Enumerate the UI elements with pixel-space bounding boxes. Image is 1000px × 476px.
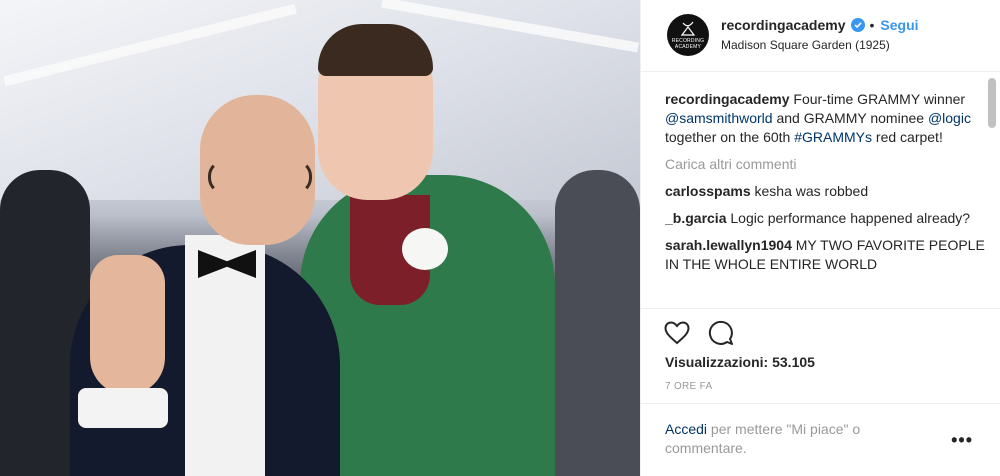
post-sidebar: RECORDING ACADEMY recordingacademy • Seg… — [640, 0, 1000, 476]
caption-text: and GRAMMY nominee — [776, 110, 925, 126]
login-prompt: Accedi per mettere "Mi piace" o commenta… — [641, 403, 1000, 476]
caption-text: Four-time GRAMMY winner — [793, 91, 966, 107]
mention-link[interactable]: @samsmithworld — [665, 110, 773, 126]
view-count: Visualizzazioni: 53.105 — [665, 354, 815, 370]
login-text: Accedi per mettere "Mi piace" o commenta… — [665, 420, 935, 458]
avatar[interactable]: RECORDING ACADEMY — [667, 14, 709, 56]
comments-list: recordingacademy Four-time GRAMMY winner… — [665, 90, 985, 304]
comment-username[interactable]: carlosspams — [665, 183, 751, 199]
post-actions: Visualizzazioni: 53.105 7 ORE FA Accedi … — [641, 308, 1000, 476]
comment-text: kesha was robbed — [754, 183, 869, 199]
views-label: Visualizzazioni: — [665, 354, 769, 370]
mention-link[interactable]: @logic — [928, 110, 971, 126]
photo-background-person — [555, 170, 640, 476]
comment-username[interactable]: _b.garcia — [665, 210, 726, 226]
comment-item: sarah.lewallyn1904 MY TWO FAVORITE PEOPL… — [665, 236, 985, 274]
account-username[interactable]: recordingacademy — [721, 17, 846, 33]
post-timestamp[interactable]: 7 ORE FA — [665, 381, 712, 392]
follow-button[interactable]: Segui — [880, 17, 918, 33]
comment-text: Logic performance happened already? — [730, 210, 971, 226]
caption-username[interactable]: recordingacademy — [665, 91, 790, 107]
caption-text: red carpet! — [875, 129, 943, 145]
caption: recordingacademy Four-time GRAMMY winner… — [665, 90, 985, 147]
comment-item: _b.garcia Logic performance happened alr… — [665, 209, 985, 228]
post-header: RECORDING ACADEMY recordingacademy • Seg… — [641, 0, 1000, 72]
instagram-post: RECORDING ACADEMY recordingacademy • Seg… — [0, 0, 1000, 476]
more-options-icon[interactable]: ••• — [951, 430, 973, 451]
heart-icon[interactable] — [663, 319, 691, 347]
header-user-row: recordingacademy • Segui — [721, 17, 919, 33]
comment-icon[interactable] — [707, 319, 735, 347]
photo-cuff — [78, 388, 168, 428]
verified-badge-icon — [850, 18, 865, 32]
photo-rose — [402, 228, 448, 270]
comment-username[interactable]: sarah.lewallyn1904 — [665, 237, 792, 253]
load-more-comments-button[interactable]: Carica altri commenti — [665, 155, 985, 174]
login-link[interactable]: Accedi — [665, 421, 707, 437]
location-link[interactable]: Madison Square Garden (1925) — [721, 38, 890, 52]
comment-item: carlosspams kesha was robbed — [665, 182, 985, 201]
comments-scrollbar[interactable] — [988, 78, 996, 128]
views-number: 53.105 — [772, 354, 815, 370]
post-photo[interactable] — [0, 0, 640, 476]
separator-dot: • — [869, 17, 875, 33]
hashtag-link[interactable]: #GRAMMYs — [794, 129, 872, 145]
photo-glasses — [208, 160, 312, 194]
photo-peace-hand — [90, 255, 165, 395]
avatar-logo-text: RECORDING ACADEMY — [671, 38, 705, 50]
gramophone-icon — [680, 21, 696, 36]
caption-text: together on the 60th — [665, 129, 791, 145]
